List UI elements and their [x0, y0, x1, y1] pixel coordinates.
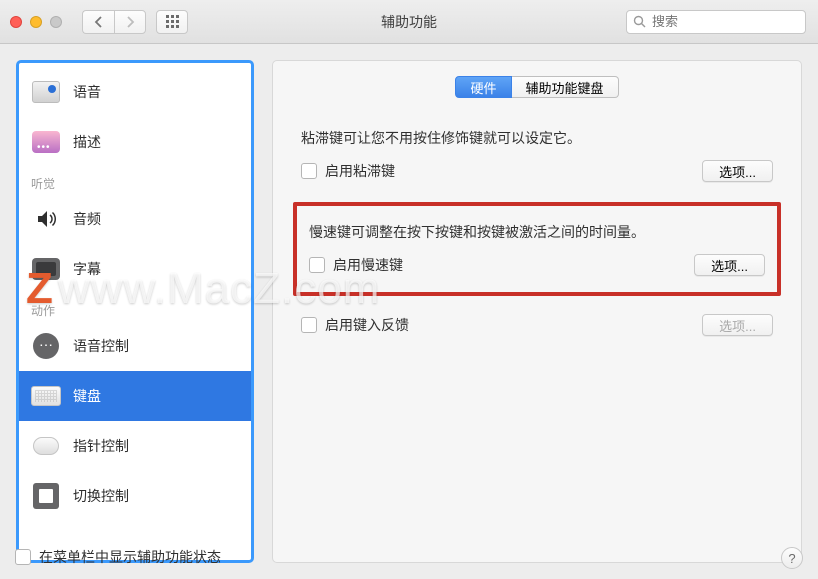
sticky-keys-group: 粘滞键可让您不用按住修饰键就可以设定它。 启用粘滞键 选项...	[293, 122, 781, 198]
show-all-button[interactable]	[156, 10, 188, 34]
sidebar-item-label: 字幕	[73, 259, 101, 279]
typing-feedback-options-button[interactable]: 选项...	[702, 314, 773, 336]
maximize-button[interactable]	[50, 16, 62, 28]
traffic-lights	[10, 16, 62, 28]
sidebar-item-label: 指针控制	[73, 436, 129, 456]
tab-accessibility-keyboard[interactable]: 辅助功能键盘	[512, 76, 619, 98]
audio-icon	[31, 206, 61, 232]
sidebar-item-label: 键盘	[73, 386, 101, 406]
enable-sticky-keys-checkbox[interactable]	[301, 163, 317, 179]
keyboard-icon	[31, 383, 61, 409]
minimize-button[interactable]	[30, 16, 42, 28]
slow-keys-description: 慢速键可调整在按下按键和按键被激活之间的时间量。	[309, 222, 765, 242]
sidebar-item-label: 语音控制	[73, 336, 129, 356]
nav-buttons	[82, 10, 146, 34]
enable-typing-feedback-label[interactable]: 启用键入反馈	[301, 315, 409, 335]
voice-icon	[31, 79, 61, 105]
tab-hardware[interactable]: 硬件	[455, 76, 511, 98]
pointer-icon	[31, 433, 61, 459]
enable-slow-keys-label[interactable]: 启用慢速键	[309, 255, 403, 275]
window-title: 辅助功能	[381, 12, 437, 32]
sidebar-item-descriptions[interactable]: 描述	[19, 117, 251, 167]
enable-sticky-keys-label[interactable]: 启用粘滞键	[301, 161, 395, 181]
content-area: 语音 描述 听觉 音频 字幕 动作 语音控制 键盘 指针控制	[0, 44, 818, 579]
sidebar-item-pointer-control[interactable]: 指针控制	[19, 421, 251, 471]
enable-typing-feedback-checkbox[interactable]	[301, 317, 317, 333]
window-titlebar: 辅助功能	[0, 0, 818, 44]
typing-feedback-group: 启用键入反馈 选项...	[293, 312, 781, 352]
sidebar-item-label: 音频	[73, 209, 101, 229]
subtitles-icon	[31, 256, 61, 282]
sidebar-item-audio[interactable]: 音频	[19, 194, 251, 244]
slow-keys-options-button[interactable]: 选项...	[694, 254, 765, 276]
sticky-keys-options-button[interactable]: 选项...	[702, 160, 773, 182]
sidebar: 语音 描述 听觉 音频 字幕 动作 语音控制 键盘 指针控制	[16, 60, 254, 563]
sidebar-item-voice-control[interactable]: 语音控制	[19, 321, 251, 371]
descriptions-icon	[31, 129, 61, 155]
enable-slow-keys-checkbox[interactable]	[309, 257, 325, 273]
forward-button[interactable]	[114, 10, 146, 34]
switch-icon	[31, 483, 61, 509]
sidebar-item-label: 切换控制	[73, 486, 129, 506]
main-panel: 硬件 辅助功能键盘 粘滞键可让您不用按住修饰键就可以设定它。 启用粘滞键 选项.…	[272, 60, 802, 563]
enable-typing-feedback-text: 启用键入反馈	[325, 315, 409, 335]
enable-slow-keys-text: 启用慢速键	[333, 255, 403, 275]
sidebar-item-label: 描述	[73, 132, 101, 152]
sidebar-item-label: 语音	[73, 82, 101, 102]
sticky-keys-description: 粘滞键可让您不用按住修饰键就可以设定它。	[301, 128, 773, 148]
sidebar-section-hearing: 听觉	[19, 167, 251, 194]
search-icon	[633, 15, 646, 28]
show-status-checkbox[interactable]	[15, 549, 31, 565]
voice-control-icon	[31, 333, 61, 359]
sidebar-item-switch-control[interactable]: 切换控制	[19, 471, 251, 521]
slow-keys-highlight: 慢速键可调整在按下按键和按键被激活之间的时间量。 启用慢速键 选项...	[293, 202, 781, 296]
help-button[interactable]: ?	[781, 547, 803, 569]
close-button[interactable]	[10, 16, 22, 28]
search-box[interactable]	[626, 10, 806, 34]
grid-icon	[166, 15, 179, 28]
sidebar-section-motor: 动作	[19, 294, 251, 321]
search-input[interactable]	[652, 14, 818, 29]
back-button[interactable]	[82, 10, 114, 34]
tab-bar: 硬件 辅助功能键盘	[293, 76, 781, 98]
enable-sticky-keys-text: 启用粘滞键	[325, 161, 395, 181]
show-status-label: 在菜单栏中显示辅助功能状态	[39, 547, 221, 567]
footer-row: 在菜单栏中显示辅助功能状态	[15, 547, 221, 567]
sidebar-item-voice[interactable]: 语音	[19, 67, 251, 117]
sidebar-item-subtitles[interactable]: 字幕	[19, 244, 251, 294]
sidebar-item-keyboard[interactable]: 键盘	[19, 371, 251, 421]
